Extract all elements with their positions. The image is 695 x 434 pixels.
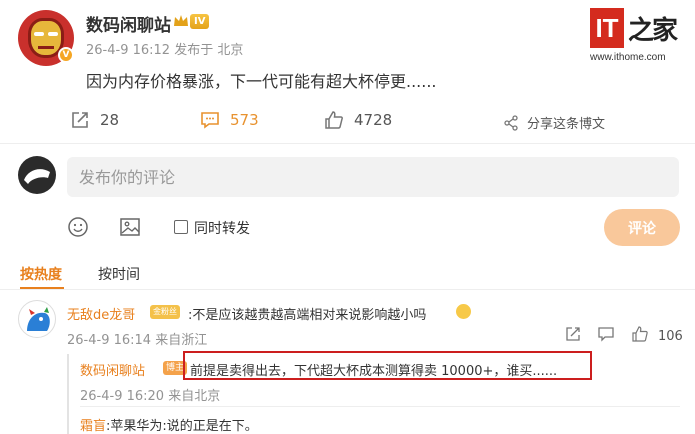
comment-count: 573 — [230, 111, 259, 129]
tab-hot[interactable]: 按热度 — [20, 264, 62, 284]
commenter-avatar[interactable] — [18, 300, 56, 338]
sub-reply: 霜盲:苹果华为:说的正是在下。 — [80, 415, 258, 434]
like-button[interactable]: 4728 — [324, 110, 392, 130]
thumbs-up-icon — [325, 111, 343, 129]
gold-fan-badge: 金粉丝 — [150, 305, 180, 319]
reply-author[interactable]: 数码闲聊站 — [80, 360, 145, 379]
share-label: 分享这条博文 — [527, 117, 606, 132]
level-badge: IV — [190, 14, 210, 29]
share-icon — [504, 114, 518, 131]
repost-button[interactable]: 28 — [70, 110, 119, 130]
repost-count: 28 — [100, 111, 120, 129]
repost-icon — [72, 112, 88, 128]
crown-icon — [174, 15, 188, 26]
ithome-logo: IT — [590, 8, 624, 48]
emoji-face-icon — [456, 304, 471, 319]
comment-like-count: 106 — [658, 329, 683, 344]
post-meta: 26-4-9 16:12 发布于 北京 — [86, 43, 244, 58]
tab-time[interactable]: 按时间 — [98, 264, 140, 284]
divider — [0, 289, 695, 290]
reply-thread-bar — [67, 354, 69, 434]
verified-badge: V — [58, 47, 74, 63]
ithome-url: www.ithome.com — [590, 52, 666, 63]
highlight-annotation — [183, 351, 592, 380]
comment-icon — [201, 112, 219, 129]
divider — [80, 406, 680, 407]
emoji-icon[interactable] — [67, 216, 89, 238]
post-text: 因为内存价格暴涨，下一代可能有超大杯停更...... — [86, 72, 437, 91]
comment-input[interactable] — [67, 157, 679, 197]
comment-icon[interactable] — [598, 326, 614, 342]
ithome-logo-text: 之家 — [628, 16, 678, 46]
repost-icon[interactable] — [565, 326, 581, 342]
forward-checkbox[interactable] — [174, 220, 188, 234]
image-icon[interactable] — [119, 216, 141, 238]
post-author-name[interactable]: 数码闲聊站 — [86, 11, 171, 36]
my-avatar[interactable] — [18, 156, 56, 194]
sub-reply-text: :苹果华为:说的正是在下。 — [106, 419, 258, 434]
share-button[interactable]: 分享这条博文 — [503, 113, 605, 132]
comment-author[interactable]: 无敌de龙哥 — [67, 304, 135, 323]
comment-meta: 26-4-9 16:14 来自浙江 — [67, 333, 208, 348]
divider — [0, 143, 695, 144]
comment-button[interactable]: 573 — [200, 110, 259, 130]
reply-meta: 26-4-9 16:20 来自北京 — [80, 389, 221, 404]
sub-reply-author[interactable]: 霜盲 — [80, 419, 106, 434]
thumbs-up-icon[interactable] — [632, 326, 648, 342]
forward-label[interactable]: 同时转发 — [194, 218, 250, 238]
comment-text: :不是应该越贵越高端相对来说影响越小吗 — [188, 308, 427, 323]
submit-comment-button[interactable]: 评论 — [604, 209, 680, 246]
like-count: 4728 — [354, 111, 393, 129]
